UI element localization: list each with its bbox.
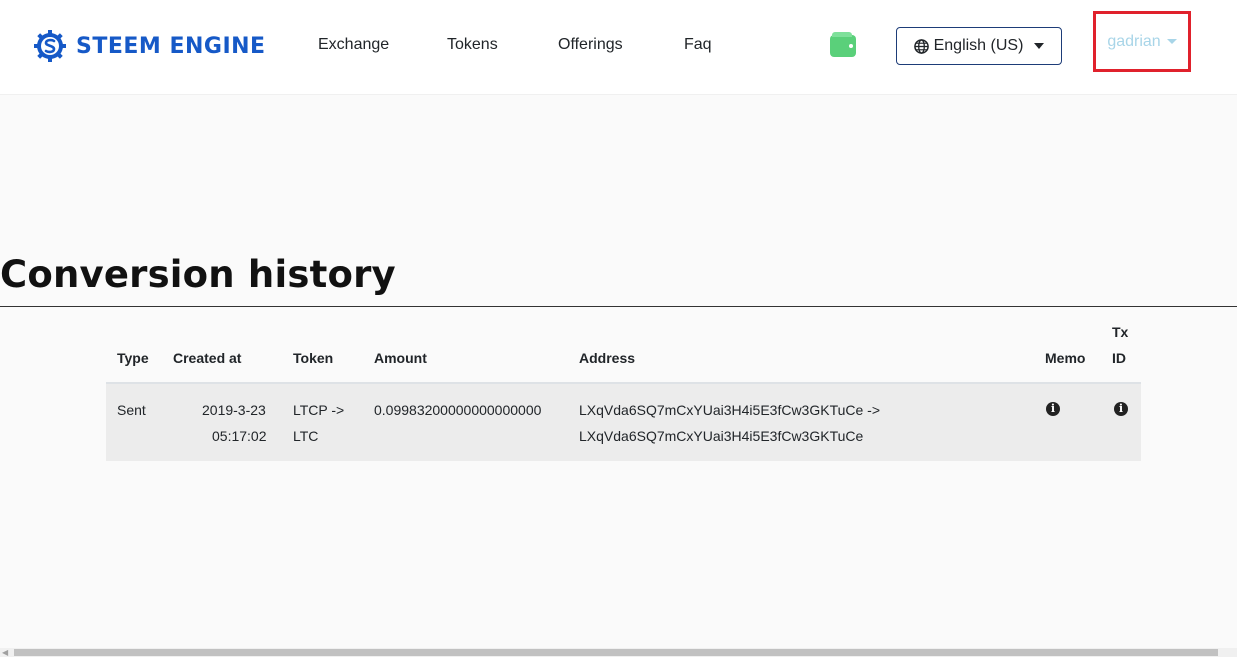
nav-faq-link[interactable]: Faq [684, 35, 712, 55]
scroll-left-arrow-icon[interactable]: ◀ [2, 648, 8, 657]
column-header-address: Address [579, 350, 636, 366]
column-header-tx: Tx [1112, 324, 1129, 340]
username-label: gadrian [1107, 32, 1161, 50]
cell-amount: 0.09983200000000000000 [374, 402, 542, 418]
page-title: Conversion history [0, 253, 396, 296]
column-header-memo: Memo [1045, 350, 1086, 366]
language-label: English (US) [933, 37, 1024, 54]
txid-info-icon[interactable]: i [1114, 402, 1128, 416]
cell-address-from: LXqVda6SQ7mCxYUai3H4i5E3fCw3GKTuCe -> [579, 402, 881, 418]
title-divider [0, 306, 1237, 307]
top-navbar: STEEM ENGINE Exchange Tokens Offerings F… [0, 0, 1237, 95]
nav-tokens-link[interactable]: Tokens [447, 35, 498, 55]
memo-info-icon[interactable]: i [1046, 402, 1060, 416]
column-header-type: Type [117, 350, 149, 366]
column-header-id: ID [1112, 350, 1126, 366]
chevron-down-icon [1166, 39, 1177, 44]
cell-created-time: 05:17:02 [212, 428, 267, 444]
cell-address-to: LXqVda6SQ7mCxYUai3H4i5E3fCw3GKTuCe [579, 428, 864, 444]
nav-exchange-link[interactable]: Exchange [318, 35, 389, 55]
chevron-down-icon [1034, 43, 1045, 49]
steem-engine-logo-icon [34, 30, 66, 62]
cell-type: Sent [117, 402, 146, 418]
language-dropdown-button[interactable]: English (US) [896, 27, 1062, 65]
conversion-history-table: Type Created at Token Amount Address Mem… [106, 318, 1141, 461]
wallet-icon[interactable] [830, 32, 856, 57]
brand-name: STEEM ENGINE [76, 33, 266, 59]
scrollbar-thumb[interactable] [14, 649, 1218, 656]
column-header-token: Token [293, 350, 334, 366]
brand-logo[interactable]: STEEM ENGINE [33, 29, 266, 63]
column-header-created-at: Created at [173, 350, 242, 366]
user-account-dropdown[interactable]: gadrian [1093, 11, 1191, 72]
horizontal-scrollbar[interactable]: ◀ [0, 648, 1237, 657]
cell-token-from: LTCP -> [293, 402, 345, 418]
cell-created-date: 2019-3-23 [202, 402, 266, 418]
table-row: Sent 2019-3-23 05:17:02 LTCP -> LTC 0.09… [106, 384, 1141, 461]
nav-offerings-link[interactable]: Offerings [558, 35, 623, 55]
table-header-row: Type Created at Token Amount Address Mem… [106, 318, 1141, 384]
globe-icon [913, 38, 929, 54]
cell-token-to: LTC [293, 428, 319, 444]
column-header-amount: Amount [374, 350, 427, 366]
